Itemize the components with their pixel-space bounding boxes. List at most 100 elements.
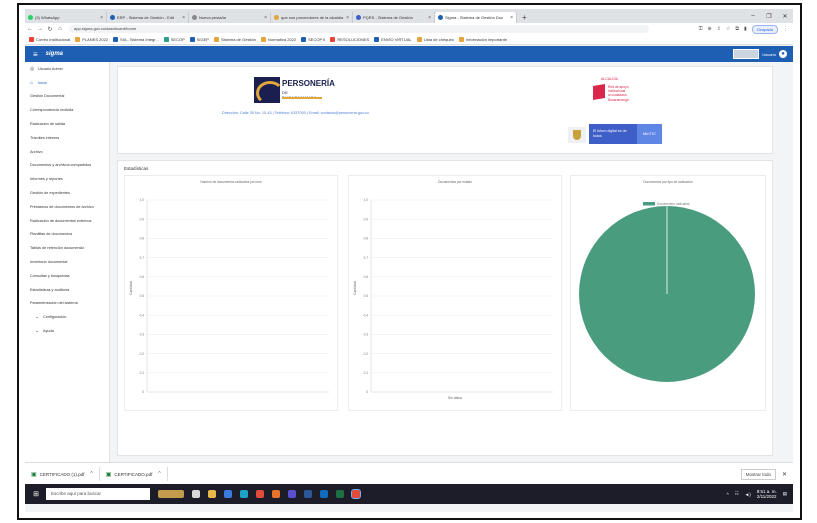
bookmark-item[interactable]: SECOP II [301, 37, 325, 42]
taskbar-app-icon[interactable] [288, 490, 296, 498]
tab-favicon-icon [192, 15, 197, 20]
bookmark-item[interactable]: SECOP [163, 37, 185, 42]
tray-chevron-up-icon[interactable]: ^ [727, 492, 729, 497]
y-tick-label: 0.8 [140, 237, 145, 241]
bookmark-item[interactable]: Lista de chequeo [416, 37, 454, 42]
browser-tab[interactable]: PQRS - Sistema de Gestión × [353, 12, 435, 23]
y-tick-label: 0.1 [140, 371, 145, 375]
star-icon[interactable]: ☆ [726, 26, 730, 32]
taskbar-task-view-icon[interactable] [192, 490, 200, 498]
chevron-up-icon[interactable]: ^ [158, 471, 160, 477]
sidebar-item[interactable]: Documentos y archivos compartidos [25, 159, 109, 173]
reload-icon[interactable]: ↻ [45, 26, 55, 33]
close-downloads-icon[interactable]: ✕ [782, 471, 787, 478]
sidebar-item[interactable]: Radicación de salida [25, 117, 109, 131]
profile-button[interactable]: Ocupado [751, 24, 778, 34]
bookmark-item[interactable]: Normativa 2022 [260, 37, 296, 42]
tab-close-icon[interactable]: × [98, 15, 103, 21]
bookmark-item[interactable]: Correo institucional [29, 37, 70, 42]
download-item[interactable]: ▣ CERTIFICADO.pdf ^ [100, 467, 168, 481]
taskbar-excel-icon[interactable] [336, 490, 344, 498]
sidebar-item[interactable]: Gestión de expedientes [25, 186, 109, 200]
sidebar-item[interactable]: Plantillas de documentos [25, 228, 109, 242]
sidebar-item[interactable]: Parametrización del sistema [25, 297, 109, 311]
sidebar-item[interactable]: Estadísticas y auditoría [25, 283, 109, 297]
bookmark-item[interactable]: ENVÍO VIRTUAL [374, 37, 412, 42]
taskbar-weather-icon[interactable] [158, 490, 184, 498]
taskbar-store-icon[interactable] [224, 490, 232, 498]
sidebar-item[interactable]: Consultas y búsquedas [25, 269, 109, 283]
taskbar-search-input[interactable]: Escribe aquí para buscar [46, 488, 150, 500]
home-icon[interactable]: ⌂ [55, 26, 65, 32]
y-tick-label: 0.6 [364, 275, 369, 279]
clock-date: 2/11/2022 [756, 494, 777, 499]
taskbar-explorer-icon[interactable] [208, 490, 216, 498]
menu-kebab-icon[interactable]: ⋮ [783, 26, 788, 32]
app-header: ≡ sigma Usuario ● [25, 46, 793, 62]
sidebar-item[interactable]: Tramites internos [25, 131, 109, 145]
tab-close-icon[interactable]: × [426, 15, 431, 21]
zoom-icon[interactable]: ⊕ [708, 26, 712, 32]
sidebar-item[interactable]: Tablas de retención documental [25, 241, 109, 255]
sidebar-item[interactable]: Correspondencia recibida [25, 103, 109, 117]
sidebar-item[interactable]: Gestión Documental [25, 90, 109, 104]
bookmark-item[interactable]: PLANES 2022 [75, 37, 108, 42]
minimize-icon[interactable]: – [745, 13, 761, 19]
address-bar[interactable]: app.sigma.gov.co/dashboard/home [69, 25, 649, 33]
back-icon[interactable]: ← [25, 26, 35, 32]
bookmark-item[interactable]: SIA - Sistema Integr... [113, 37, 159, 42]
home-icon: ⌂ [30, 79, 34, 86]
sidebar-item-ayuda[interactable]: ⌄ Ayuda [25, 324, 109, 338]
chevron-up-icon[interactable]: ^ [90, 471, 92, 477]
contact-link[interactable]: Dirección: Calle 35 No. 10-43 | Teléfono… [222, 111, 369, 115]
taskbar-word-icon[interactable] [304, 490, 312, 498]
browser-tab-active[interactable]: Sigma - Sistema de Gestión Doc × [435, 12, 517, 23]
taskbar-edge-icon[interactable] [240, 490, 248, 498]
close-window-icon[interactable]: ✕ [777, 13, 793, 20]
sidebar-item[interactable]: Archivo [25, 145, 109, 159]
avatar[interactable] [733, 49, 760, 59]
tab-close-icon[interactable]: × [508, 15, 513, 21]
show-all-downloads-button[interactable]: Mostrar todo [740, 468, 776, 480]
windows-start-icon[interactable]: ⊞ [29, 490, 43, 498]
browser-tab[interactable]: ERP - Sistema de Gestión - Edit × [107, 12, 189, 23]
sidebar-item[interactable]: Radicación de documentos externos [25, 214, 109, 228]
new-tab-button[interactable]: + [517, 12, 532, 23]
user-area: Usuario ● [733, 49, 787, 59]
sidebar-item-inicio[interactable]: ⌂ Inicio [25, 76, 109, 90]
browser-tab[interactable]: que son proveedores de la alcaldía × [271, 12, 353, 23]
taskbar-outlook-icon[interactable] [320, 490, 328, 498]
tab-favicon-icon [438, 15, 443, 20]
clock[interactable]: 8:51 a. m. 2/11/2022 [757, 489, 777, 499]
sidebar-item[interactable]: Informes y reportes [25, 172, 109, 186]
notifications-icon[interactable]: ▤ [783, 491, 787, 497]
maximize-icon[interactable]: ❐ [761, 13, 777, 20]
download-item[interactable]: ▣ CERTIFICADO (1).pdf ^ [25, 467, 100, 481]
account-icon[interactable]: ● [779, 50, 787, 58]
taskbar-chrome-active-icon[interactable] [351, 489, 361, 499]
volume-icon[interactable]: ◄) [745, 492, 751, 497]
sidepanel-icon[interactable]: ▮ [744, 26, 747, 32]
network-icon[interactable]: ☷ [735, 491, 739, 497]
bookmark-item[interactable]: RESOLUCIONES [330, 37, 369, 42]
tab-close-icon[interactable]: × [262, 15, 267, 21]
bookmark-item[interactable]: Información importante [459, 37, 507, 42]
tab-close-icon[interactable]: × [344, 15, 349, 21]
key-icon[interactable]: ⚿ [699, 26, 703, 32]
bookmark-item[interactable]: Sistema de Gestión [213, 37, 256, 42]
taskbar-firefox-icon[interactable] [272, 490, 280, 498]
y-tick-label: 0.3 [364, 333, 369, 337]
taskbar-chrome-icon[interactable] [256, 490, 264, 498]
extensions-icon[interactable]: ⧉ [735, 26, 739, 32]
hamburger-menu-icon[interactable]: ≡ [33, 50, 38, 59]
tab-close-icon[interactable]: × [180, 15, 185, 21]
browser-tab[interactable]: Nueva pestaña × [189, 12, 271, 23]
sidebar-item[interactable]: Inventario documental [25, 255, 109, 269]
forward-icon[interactable]: → [35, 26, 45, 32]
sidebar-user[interactable]: ◎ Usuario Admin [25, 62, 109, 76]
share-icon[interactable]: ⇪ [717, 26, 721, 32]
sidebar-item-configuracion[interactable]: ⌄ Configuración [25, 310, 109, 324]
sidebar-item[interactable]: Préstamos de documentos de archivo [25, 200, 109, 214]
browser-tab[interactable]: (3) WhatsApp × [25, 12, 107, 23]
bookmark-item[interactable]: SIGEP [189, 37, 209, 42]
